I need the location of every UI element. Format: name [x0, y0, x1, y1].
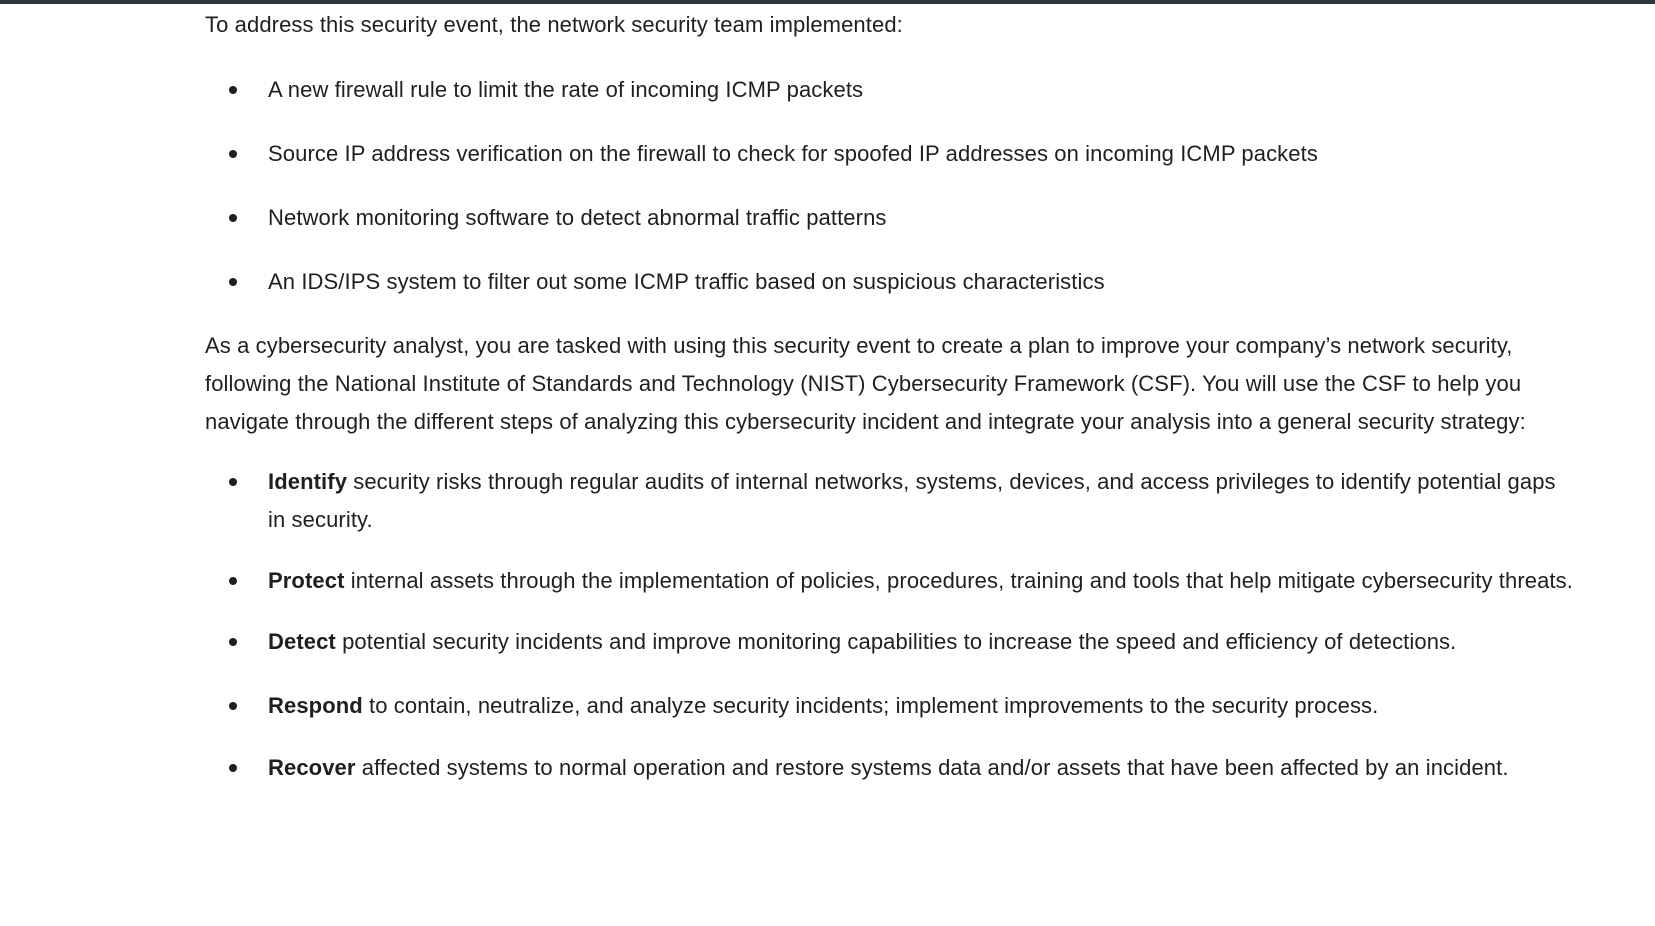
list-item-text: affected systems to normal operation and… [355, 755, 1509, 780]
list-item: An IDS/IPS system to filter out some ICM… [205, 263, 1575, 301]
bullet-icon [229, 764, 237, 772]
list-item-text: A new firewall rule to limit the rate of… [268, 77, 864, 102]
csf-term-respond: Respond [268, 693, 363, 718]
csf-functions-list: Identify security risks through regular … [205, 463, 1575, 787]
bullet-icon [229, 577, 237, 585]
list-item: Protect internal assets through the impl… [205, 562, 1575, 600]
bullet-icon [229, 278, 237, 286]
measures-list: A new firewall rule to limit the rate of… [205, 71, 1575, 301]
list-item: Source IP address verification on the fi… [205, 135, 1575, 173]
csf-term-recover: Recover [268, 755, 356, 780]
list-item: A new firewall rule to limit the rate of… [205, 71, 1575, 109]
bullet-icon [229, 214, 237, 222]
document-content: To address this security event, the netw… [205, 6, 1575, 787]
intro-paragraph: To address this security event, the netw… [205, 12, 903, 37]
task-paragraph: As a cybersecurity analyst, you are task… [205, 333, 1526, 434]
bullet-icon [229, 638, 237, 646]
list-item-text: to contain, neutralize, and analyze secu… [362, 693, 1379, 718]
list-item: Detect potential security incidents and … [205, 623, 1575, 661]
list-item-text: Source IP address verification on the fi… [268, 141, 1318, 166]
list-item-text: security risks through regular audits of… [268, 469, 1556, 532]
top-border [0, 0, 1655, 4]
list-item: Identify security risks through regular … [205, 463, 1575, 539]
csf-term-protect: Protect [268, 568, 345, 593]
bullet-icon [229, 150, 237, 158]
list-item-text: Network monitoring software to detect ab… [268, 205, 887, 230]
list-item: Network monitoring software to detect ab… [205, 199, 1575, 237]
bullet-icon [229, 478, 237, 486]
bullet-icon [229, 702, 237, 710]
bullet-icon [229, 86, 237, 94]
list-item: Respond to contain, neutralize, and anal… [205, 687, 1575, 725]
list-item-text: internal assets through the implementati… [344, 568, 1573, 593]
csf-term-identify: Identify [268, 469, 348, 494]
list-item-text: An IDS/IPS system to filter out some ICM… [268, 269, 1105, 294]
list-item-text: potential security incidents and improve… [335, 629, 1457, 654]
csf-term-detect: Detect [268, 629, 336, 654]
list-item: Recover affected systems to normal opera… [205, 749, 1575, 787]
